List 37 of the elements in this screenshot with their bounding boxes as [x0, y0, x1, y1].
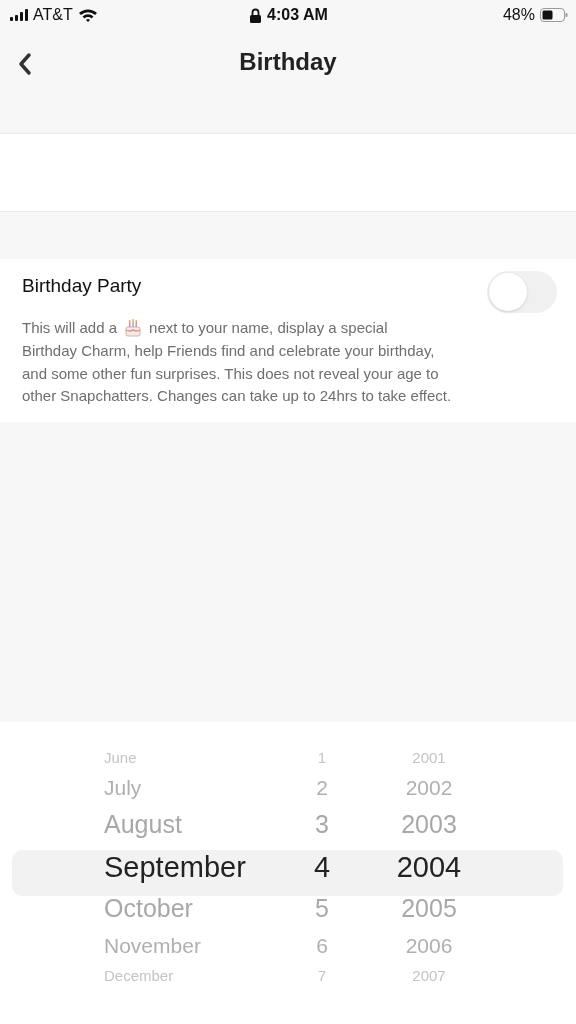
month-option[interactable]: December [104, 966, 254, 986]
description-text: This will add a [22, 318, 118, 338]
day-option[interactable]: 6 [302, 932, 342, 960]
month-option[interactable]: November [104, 932, 254, 960]
battery-percent: 48% [502, 6, 535, 24]
month-option[interactable]: October [104, 893, 254, 925]
cake-icon [123, 318, 144, 339]
status-time: 4:03 AM [267, 6, 328, 24]
description-text: Birthday Charm, help Friends find and celebrate your birthday, and some other fun surprises. This does not reveal your age to other Snapchatters. Changes can take up to 24hrs to take effect. [22, 340, 453, 407]
battery-icon [540, 8, 568, 22]
wifi-icon [77, 8, 98, 22]
description-text: next to your name, display a special [149, 318, 388, 338]
signal-icon [10, 9, 28, 21]
day-option[interactable]: 2 [302, 774, 342, 802]
year-option[interactable]: 2006 [384, 932, 474, 960]
day-option[interactable]: 7 [302, 966, 342, 986]
lock-icon [250, 7, 262, 23]
page-title: Birthday [239, 48, 337, 76]
day-option[interactable]: 3 [302, 809, 342, 841]
month-option[interactable]: September [104, 848, 254, 886]
month-option[interactable]: August [104, 809, 254, 841]
year-option[interactable]: 2004 [384, 848, 474, 886]
day-option[interactable]: 1 [302, 748, 342, 768]
carrier-name: AT&T [33, 6, 73, 24]
date-picker[interactable]: June 1 2001 July 2 2002 August 3 2003 September 4 2004 October 5 2005 November 6 2006 December 7 2007 [0, 722, 576, 1024]
year-option[interactable]: 2007 [384, 966, 474, 986]
day-option[interactable]: 4 [302, 848, 342, 886]
toggle-switch[interactable] [487, 271, 557, 313]
year-option[interactable]: 2005 [384, 893, 474, 925]
month-option[interactable]: July [104, 774, 254, 802]
month-option[interactable]: June [104, 748, 254, 768]
chevron-left-icon [18, 52, 32, 76]
year-option[interactable]: 2001 [384, 748, 474, 768]
year-option[interactable]: 2003 [384, 809, 474, 841]
year-option[interactable]: 2002 [384, 774, 474, 802]
day-option[interactable]: 5 [302, 893, 342, 925]
setting-label: Birthday Party [22, 275, 142, 297]
